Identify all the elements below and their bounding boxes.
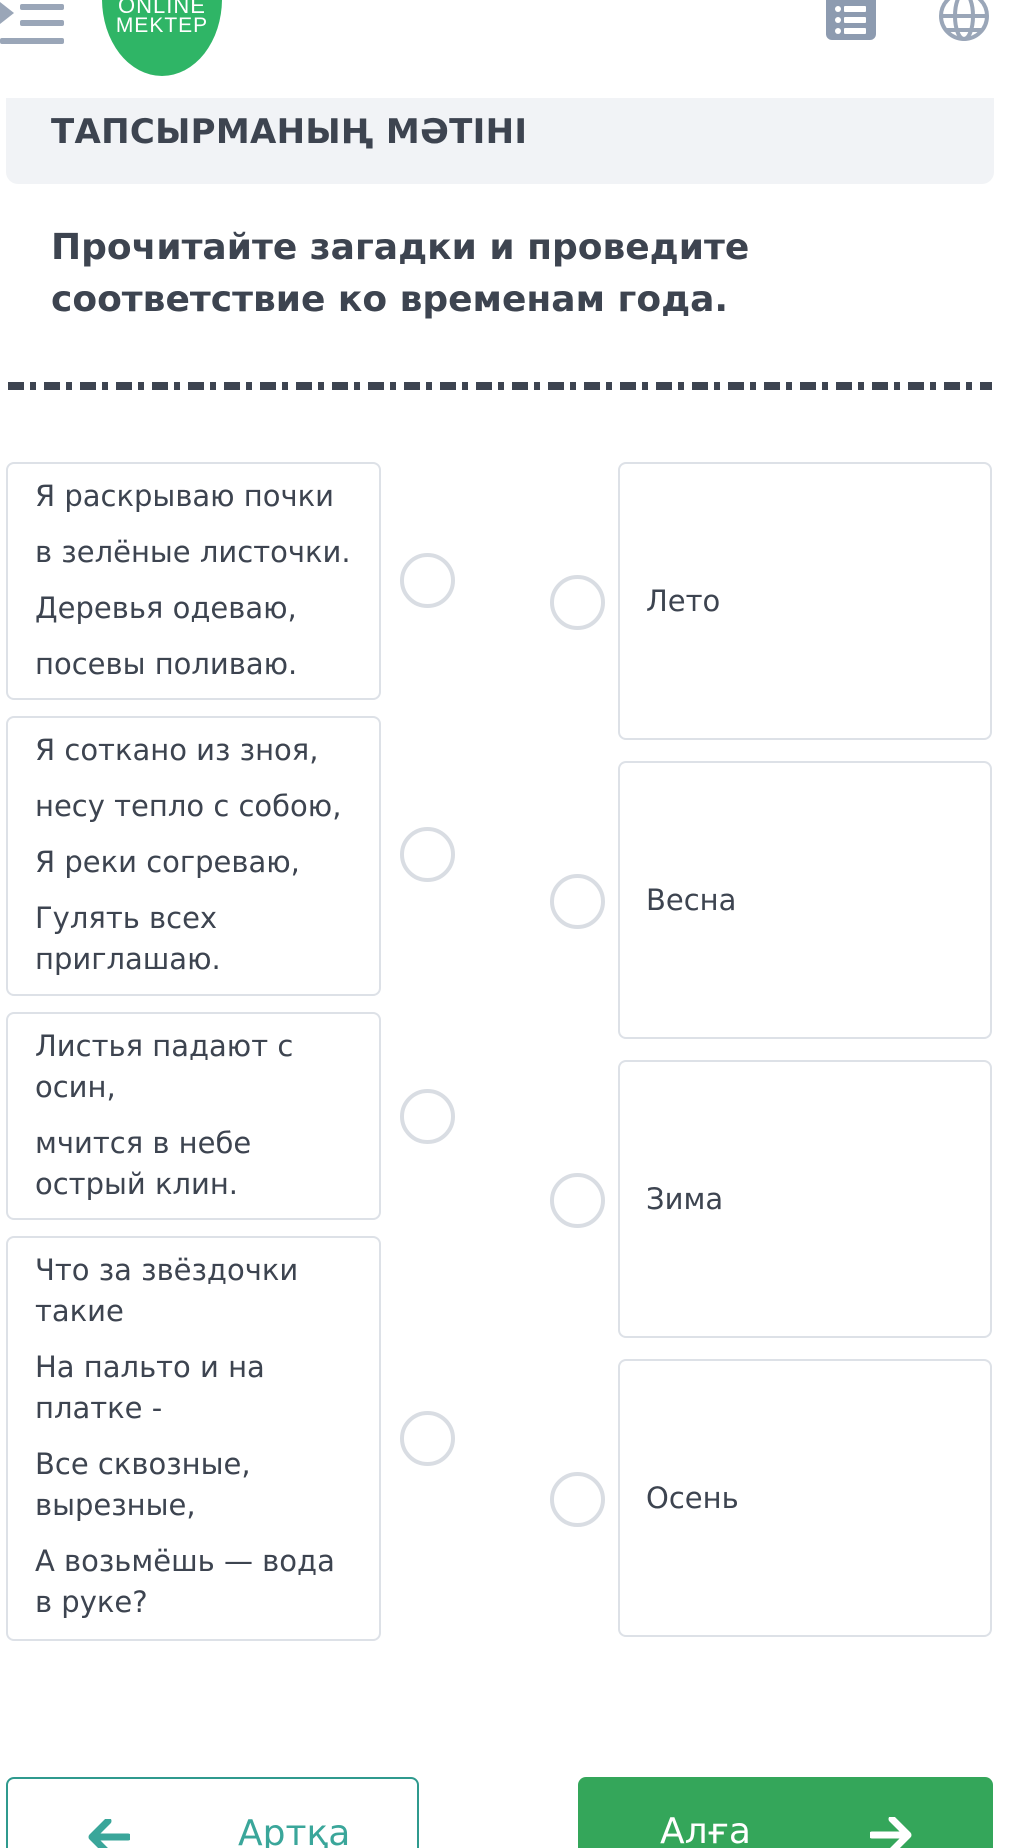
riddle-line: Гулять всех приглашаю. [35,901,221,976]
logo-text-line2: MEKTEP [115,14,209,37]
dashed-divider [8,382,992,390]
riddle-line: несу тепло с собою, [35,789,342,823]
next-button[interactable]: Алға [578,1777,993,1848]
page: ONLINE MEKTEP ТАПСЫРМАНЫҢ МӘТІНІ Прочита… [0,0,1010,1848]
section-title: ТАПСЫРМАНЫҢ МӘТІНІ [51,112,528,152]
back-button[interactable]: Артқа [6,1777,419,1848]
answer-label: Лето [646,584,721,618]
riddle-card[interactable]: Что за звёздочки такие На пальто и на пл… [6,1236,381,1641]
answer-label: Осень [646,1481,739,1515]
riddle-radio[interactable] [400,1411,455,1466]
list-icon [835,6,866,34]
task-list-button[interactable] [826,0,876,40]
answer-card[interactable]: Весна [618,761,992,1039]
riddle-line: Я раскрываю почки [35,479,335,513]
riddle-line: Я соткано из зноя, [35,733,319,767]
online-mektep-logo[interactable]: ONLINE MEKTEP [102,0,222,76]
riddle-line: А возьмёшь — вода в руке? [35,1544,335,1619]
task-instruction: Прочитайте загадки и проведите соответст… [51,227,750,320]
riddle-line: Я реки согреваю, [35,845,300,879]
arrow-right-icon [870,1817,912,1848]
answer-card[interactable]: Зима [618,1060,992,1338]
riddle-line: посевы поливаю. [35,647,298,681]
menu-collapse-icon[interactable] [0,0,66,50]
riddle-card[interactable]: Листья падают с осин, мчится в небе остр… [6,1012,381,1220]
riddle-line: Деревья одеваю, [35,591,297,625]
riddle-line: Что за звёздочки такие [35,1253,299,1328]
riddle-line: Все сквозные, вырезные, [35,1447,251,1522]
back-button-label: Артқа [238,1813,351,1848]
globe-icon[interactable] [938,0,990,44]
riddle-radio[interactable] [400,1089,455,1144]
answer-radio[interactable] [550,1173,605,1228]
riddle-card[interactable]: Я соткано из зноя, несу тепло с собою, Я… [6,716,381,996]
answer-radio[interactable] [550,1472,605,1527]
answer-card[interactable]: Осень [618,1359,992,1637]
riddle-card[interactable]: Я раскрываю почки в зелёные листочки. Де… [6,462,381,700]
top-bar: ONLINE MEKTEP [0,0,1010,98]
arrow-left-icon [88,1819,130,1848]
answer-label: Весна [646,883,737,917]
riddle-radio[interactable] [400,827,455,882]
answer-label: Зима [646,1182,724,1216]
answer-card[interactable]: Лето [618,462,992,740]
riddle-line: На пальто и на платке - [35,1350,265,1425]
answer-radio[interactable] [550,575,605,630]
riddle-line: Листья падают с осин, [35,1029,294,1104]
riddle-line: мчится в небе острый клин. [35,1126,252,1201]
riddle-radio[interactable] [400,553,455,608]
task-text-header: ТАПСЫРМАНЫҢ МӘТІНІ [6,98,994,184]
answer-radio[interactable] [550,874,605,929]
riddle-line: в зелёные листочки. [35,535,351,569]
next-button-label: Алға [660,1811,751,1848]
